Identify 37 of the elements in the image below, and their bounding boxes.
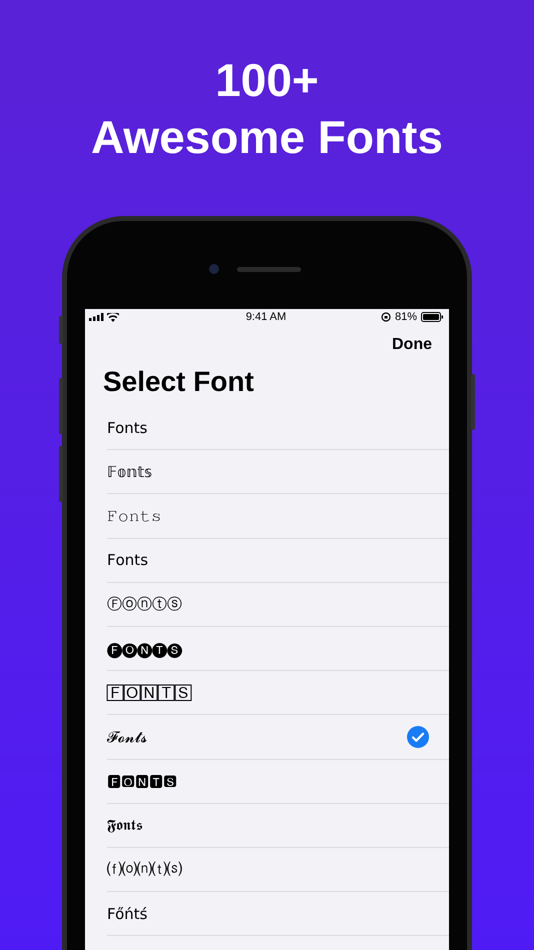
font-option[interactable]: 𝕱𝖔𝖓𝖙𝖘: [107, 804, 449, 848]
done-button[interactable]: Done: [392, 336, 432, 354]
headline: Awesome Fonts: [91, 110, 443, 165]
speaker-grille: [237, 267, 301, 272]
font-sample: 🅕🅞🅝🅣🅢: [107, 640, 184, 658]
screen-title: Select Font: [103, 366, 255, 398]
font-sample: 𝕱𝖔𝖓𝖙𝖘: [107, 816, 144, 834]
rotation-lock-icon: [380, 312, 391, 322]
font-sample: Fonts: [107, 418, 148, 437]
signal-icon: [89, 313, 104, 321]
battery-icon: [421, 312, 443, 322]
font-option[interactable]: 🄵🄾🄽🅃🅂: [107, 671, 449, 716]
font-option[interactable]: Főńtś: [107, 892, 449, 936]
wifi-icon: [107, 312, 119, 322]
font-sample: 𝙵𝚘𝚗𝚝𝚜: [107, 506, 163, 525]
font-sample: 𝔽𝕠𝕟𝕥𝕤: [107, 462, 154, 481]
status-time: 9:41 AM: [244, 311, 288, 323]
font-sample: Ⓕⓞⓝⓣⓢ: [107, 594, 183, 614]
font-option[interactable]: Ⓕⓞⓝⓣⓢ: [107, 582, 449, 627]
font-option[interactable]: 𝓕𝓸𝓷𝓽𝓼: [107, 715, 449, 760]
font-sample: 𝓕𝓸𝓷𝓽𝓼: [107, 728, 148, 746]
font-option[interactable]: 🅵🅾🅽🆃🆂: [107, 760, 449, 804]
font-sample: 🅵🅾🅽🆃🆂: [107, 772, 178, 790]
headline: 100+: [215, 53, 319, 108]
checkmark-icon: [407, 726, 429, 748]
font-option[interactable]: Fonts: [107, 406, 449, 450]
font-option[interactable]: ⒡⒪⒩⒯⒮: [107, 848, 449, 892]
font-sample: 🄵🄾🄽🅃🅂: [107, 684, 193, 702]
battery-percent: 81%: [394, 311, 417, 323]
camera-icon: [209, 264, 219, 274]
font-option[interactable]: 𝔽𝕠𝕟𝕥𝕤: [107, 450, 449, 494]
font-option[interactable]: 𝖥𝗈𝗇𝗍𝗌: [107, 538, 449, 583]
font-sample: Főńtś: [107, 904, 148, 923]
font-sample: ⒡⒪⒩⒯⒮: [107, 860, 183, 879]
font-option[interactable]: 🅕🅞🅝🅣🅢: [107, 626, 449, 672]
font-option[interactable]: 𝙵𝚘𝚗𝚝𝚜: [107, 494, 449, 539]
font-sample: 𝖥𝗈𝗇𝗍𝗌: [107, 551, 150, 570]
